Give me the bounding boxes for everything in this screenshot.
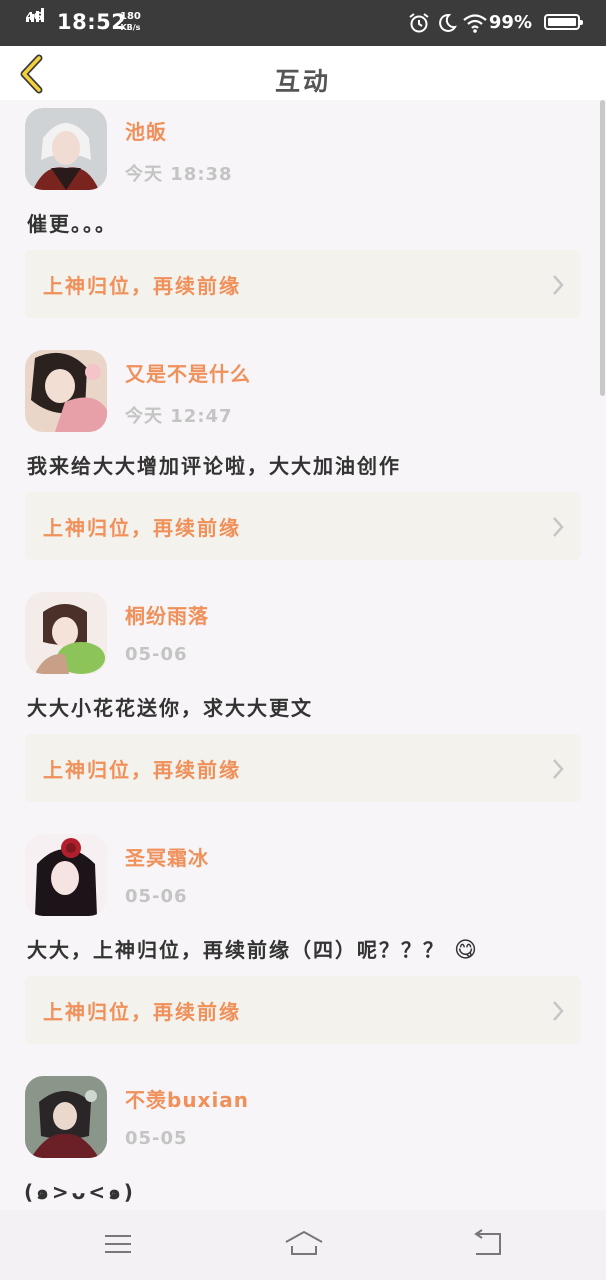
battery-icon xyxy=(544,14,583,30)
back-icon xyxy=(474,1229,501,1255)
username[interactable]: 桐纷雨落 xyxy=(125,600,209,629)
username[interactable]: 池皈 xyxy=(125,116,167,145)
status-bar: 4G 18:52 180 KB/s 99% xyxy=(0,0,606,46)
work-title: 上神归位，再续前缘 xyxy=(43,274,241,298)
clock-time: 18:52 xyxy=(57,10,127,34)
menu-icon xyxy=(105,1235,131,1253)
scrollbar[interactable] xyxy=(600,100,605,396)
avatar[interactable] xyxy=(25,834,107,916)
work-link[interactable]: 上神归位，再续前缘 xyxy=(25,250,581,318)
avatar[interactable] xyxy=(25,592,107,674)
avatar[interactable] xyxy=(25,1076,107,1158)
work-link[interactable]: 上神归位，再续前缘 xyxy=(25,734,581,802)
chevron-right-icon xyxy=(553,1001,564,1021)
work-title: 上神归位，再续前缘 xyxy=(43,758,241,782)
wifi-icon xyxy=(463,14,487,33)
work-title: 上神归位，再续前缘 xyxy=(43,1000,241,1024)
back-nav-button[interactable] xyxy=(470,1228,504,1264)
username[interactable]: 圣冥霜冰 xyxy=(125,842,209,871)
avatar[interactable] xyxy=(25,108,107,190)
timestamp: 05-05 xyxy=(125,1128,188,1149)
username[interactable]: 又是不是什么 xyxy=(125,358,251,387)
chevron-right-icon xyxy=(553,517,564,537)
home-icon xyxy=(285,1230,323,1255)
chevron-right-icon xyxy=(553,759,564,779)
avatar[interactable] xyxy=(25,350,107,432)
moon-icon xyxy=(439,13,457,32)
comment-text: 我来给大大增加评论啦，大大加油创作 xyxy=(27,454,401,478)
username[interactable]: 不羡buxian xyxy=(125,1084,249,1113)
comment-text: 催更。。。 xyxy=(27,212,117,236)
chevron-right-icon xyxy=(553,275,564,295)
timestamp: 05-06 xyxy=(125,644,188,665)
comment-text: 大大小花花送你，求大大更文 xyxy=(27,696,313,720)
work-title: 上神归位，再续前缘 xyxy=(43,516,241,540)
interaction-feed[interactable]: 池皈 今天 18:38 催更。。。 上神归位，再续前缘 又是不是什么 今天 12… xyxy=(0,100,606,1210)
navigation-bar xyxy=(0,1210,606,1280)
emoji-icon: 😋 xyxy=(453,938,479,963)
alarm-icon xyxy=(409,13,429,33)
work-link[interactable]: 上神归位，再续前缘 xyxy=(25,976,581,1044)
battery-percent: 99% xyxy=(488,12,532,33)
comment-text: (๑>ᴗ<๑) xyxy=(24,1180,136,1204)
work-link[interactable]: 上神归位，再续前缘 xyxy=(25,492,581,560)
comment-text: 大大，上神归位，再续前缘（四）呢？？？ 😋 xyxy=(27,938,479,963)
header-bar: 互动 xyxy=(0,46,606,100)
menu-button[interactable] xyxy=(102,1228,134,1264)
page-title: 互动 xyxy=(274,67,331,96)
timestamp: 今天 18:38 xyxy=(125,164,233,185)
network-speed: 180 KB/s xyxy=(120,11,141,32)
timestamp: 今天 12:47 xyxy=(125,406,233,427)
timestamp: 05-06 xyxy=(125,886,188,907)
home-button[interactable] xyxy=(284,1228,324,1264)
